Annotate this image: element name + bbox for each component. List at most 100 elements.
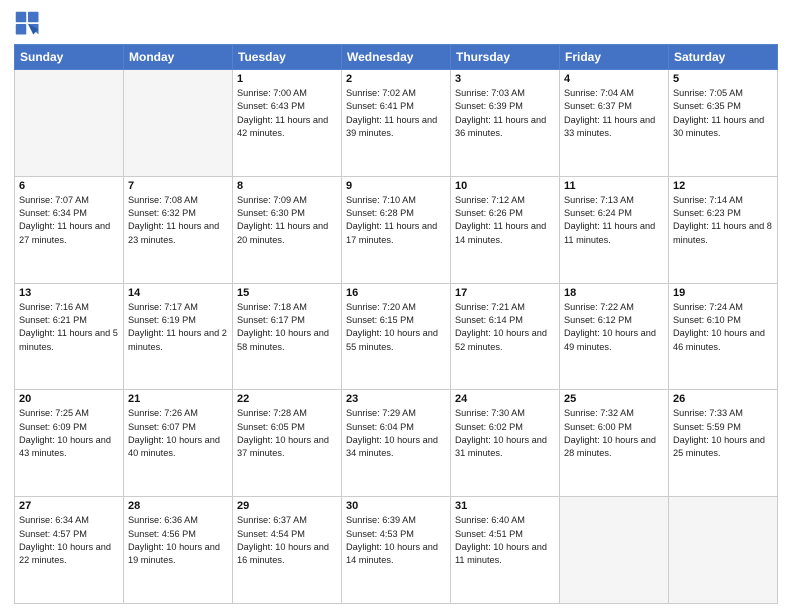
day-info: Sunrise: 6:40 AM Sunset: 4:51 PM Dayligh… xyxy=(455,514,555,567)
calendar-cell: 26 Sunrise: 7:33 AM Sunset: 5:59 PM Dayli… xyxy=(669,390,778,497)
calendar-cell: 24 Sunrise: 7:30 AM Sunset: 6:02 PM Dayli… xyxy=(451,390,560,497)
day-number: 10 xyxy=(455,180,555,192)
day-info: Sunrise: 7:12 AM Sunset: 6:26 PM Dayligh… xyxy=(455,194,555,247)
weekday-header-monday: Monday xyxy=(124,45,233,70)
day-info: Sunrise: 6:39 AM Sunset: 4:53 PM Dayligh… xyxy=(346,514,446,567)
day-info: Sunrise: 7:17 AM Sunset: 6:19 PM Dayligh… xyxy=(128,301,228,354)
day-number: 28 xyxy=(128,500,228,512)
day-number: 9 xyxy=(346,180,446,192)
page: SundayMondayTuesdayWednesdayThursdayFrid… xyxy=(0,0,792,612)
day-number: 21 xyxy=(128,393,228,405)
day-number: 1 xyxy=(237,73,337,85)
day-number: 26 xyxy=(673,393,773,405)
day-number: 23 xyxy=(346,393,446,405)
weekday-header-row: SundayMondayTuesdayWednesdayThursdayFrid… xyxy=(15,45,778,70)
calendar-cell: 21 Sunrise: 7:26 AM Sunset: 6:07 PM Dayli… xyxy=(124,390,233,497)
day-info: Sunrise: 7:25 AM Sunset: 6:09 PM Dayligh… xyxy=(19,407,119,460)
weekday-header-friday: Friday xyxy=(560,45,669,70)
weekday-header-thursday: Thursday xyxy=(451,45,560,70)
day-number: 30 xyxy=(346,500,446,512)
calendar-cell: 2 Sunrise: 7:02 AM Sunset: 6:41 PM Daylig… xyxy=(342,70,451,177)
day-number: 24 xyxy=(455,393,555,405)
calendar-cell: 29Sunrise: 6:37 AM Sunset: 4:54 PM Dayli… xyxy=(233,497,342,604)
calendar-cell: 12 Sunrise: 7:14 AM Sunset: 6:23 PM Dayli… xyxy=(669,176,778,283)
day-info: Sunrise: 7:21 AM Sunset: 6:14 PM Dayligh… xyxy=(455,301,555,354)
day-info: Sunrise: 7:04 AM Sunset: 6:37 PM Dayligh… xyxy=(564,87,664,140)
day-number: 5 xyxy=(673,73,773,85)
calendar-cell: 17 Sunrise: 7:21 AM Sunset: 6:14 PM Dayli… xyxy=(451,283,560,390)
day-info: Sunrise: 7:26 AM Sunset: 6:07 PM Dayligh… xyxy=(128,407,228,460)
day-number: 31 xyxy=(455,500,555,512)
calendar-cell: 10 Sunrise: 7:12 AM Sunset: 6:26 PM Dayli… xyxy=(451,176,560,283)
day-number: 14 xyxy=(128,287,228,299)
day-number: 18 xyxy=(564,287,664,299)
day-info: Sunrise: 7:32 AM Sunset: 6:00 PM Dayligh… xyxy=(564,407,664,460)
calendar-cell: 8 Sunrise: 7:09 AM Sunset: 6:30 PM Daylig… xyxy=(233,176,342,283)
day-number: 16 xyxy=(346,287,446,299)
day-info: Sunrise: 7:29 AM Sunset: 6:04 PM Dayligh… xyxy=(346,407,446,460)
day-info: Sunrise: 7:14 AM Sunset: 6:23 PM Dayligh… xyxy=(673,194,773,247)
calendar-cell: 27 Sunrise: 6:34 AM Sunset: 4:57 PM Dayli… xyxy=(15,497,124,604)
calendar-cell: 23 Sunrise: 7:29 AM Sunset: 6:04 PM Dayli… xyxy=(342,390,451,497)
day-number: 3 xyxy=(455,73,555,85)
day-info: Sunrise: 7:00 AM Sunset: 6:43 PM Dayligh… xyxy=(237,87,337,140)
day-number: 25 xyxy=(564,393,664,405)
day-info: Sunrise: 7:28 AM Sunset: 6:05 PM Dayligh… xyxy=(237,407,337,460)
day-info: Sunrise: 7:18 AM Sunset: 6:17 PM Dayligh… xyxy=(237,301,337,354)
day-number: 8 xyxy=(237,180,337,192)
calendar-week-2: 6 Sunrise: 7:07 AM Sunset: 6:34 PM Daylig… xyxy=(15,176,778,283)
day-info: Sunrise: 7:24 AM Sunset: 6:10 PM Dayligh… xyxy=(673,301,773,354)
calendar-cell: 11Sunrise: 7:13 AM Sunset: 6:24 PM Dayli… xyxy=(560,176,669,283)
calendar-cell: 20 Sunrise: 7:25 AM Sunset: 6:09 PM Dayli… xyxy=(15,390,124,497)
day-number: 17 xyxy=(455,287,555,299)
calendar-cell: 25 Sunrise: 7:32 AM Sunset: 6:00 PM Dayli… xyxy=(560,390,669,497)
day-number: 12 xyxy=(673,180,773,192)
day-info: Sunrise: 7:07 AM Sunset: 6:34 PM Dayligh… xyxy=(19,194,119,247)
day-info: Sunrise: 7:09 AM Sunset: 6:30 PM Dayligh… xyxy=(237,194,337,247)
day-info: Sunrise: 7:13 AM Sunset: 6:24 PM Dayligh… xyxy=(564,194,664,247)
day-info: Sunrise: 7:05 AM Sunset: 6:35 PM Dayligh… xyxy=(673,87,773,140)
day-info: Sunrise: 6:34 AM Sunset: 4:57 PM Dayligh… xyxy=(19,514,119,567)
calendar-cell: 28 Sunrise: 6:36 AM Sunset: 4:56 PM Dayli… xyxy=(124,497,233,604)
day-number: 6 xyxy=(19,180,119,192)
calendar-cell: 16 Sunrise: 7:20 AM Sunset: 6:15 PM Dayli… xyxy=(342,283,451,390)
calendar-cell xyxy=(124,70,233,177)
day-number: 4 xyxy=(564,73,664,85)
calendar-cell xyxy=(560,497,669,604)
calendar-week-4: 20 Sunrise: 7:25 AM Sunset: 6:09 PM Dayli… xyxy=(15,390,778,497)
day-number: 20 xyxy=(19,393,119,405)
weekday-header-saturday: Saturday xyxy=(669,45,778,70)
day-number: 29 xyxy=(237,500,337,512)
day-info: Sunrise: 7:08 AM Sunset: 6:32 PM Dayligh… xyxy=(128,194,228,247)
calendar-cell: 3Sunrise: 7:03 AM Sunset: 6:39 PM Daylig… xyxy=(451,70,560,177)
header xyxy=(14,10,778,38)
calendar-cell xyxy=(669,497,778,604)
day-info: Sunrise: 7:20 AM Sunset: 6:15 PM Dayligh… xyxy=(346,301,446,354)
calendar-cell: 13Sunrise: 7:16 AM Sunset: 6:21 PM Dayli… xyxy=(15,283,124,390)
day-info: Sunrise: 7:30 AM Sunset: 6:02 PM Dayligh… xyxy=(455,407,555,460)
calendar-cell: 22 Sunrise: 7:28 AM Sunset: 6:05 PM Dayli… xyxy=(233,390,342,497)
calendar-cell: 9 Sunrise: 7:10 AM Sunset: 6:28 PM Daylig… xyxy=(342,176,451,283)
calendar-cell: 4 Sunrise: 7:04 AM Sunset: 6:37 PM Daylig… xyxy=(560,70,669,177)
logo-icon xyxy=(14,10,42,38)
calendar-table: SundayMondayTuesdayWednesdayThursdayFrid… xyxy=(14,44,778,604)
calendar-cell: 7 Sunrise: 7:08 AM Sunset: 6:32 PM Daylig… xyxy=(124,176,233,283)
calendar-cell: 6 Sunrise: 7:07 AM Sunset: 6:34 PM Daylig… xyxy=(15,176,124,283)
weekday-header-tuesday: Tuesday xyxy=(233,45,342,70)
calendar-cell: 14 Sunrise: 7:17 AM Sunset: 6:19 PM Dayli… xyxy=(124,283,233,390)
day-number: 7 xyxy=(128,180,228,192)
calendar-week-3: 13Sunrise: 7:16 AM Sunset: 6:21 PM Dayli… xyxy=(15,283,778,390)
day-info: Sunrise: 7:16 AM Sunset: 6:21 PM Dayligh… xyxy=(19,301,119,354)
calendar-week-5: 27 Sunrise: 6:34 AM Sunset: 4:57 PM Dayli… xyxy=(15,497,778,604)
day-info: Sunrise: 7:22 AM Sunset: 6:12 PM Dayligh… xyxy=(564,301,664,354)
day-number: 27 xyxy=(19,500,119,512)
day-info: Sunrise: 6:36 AM Sunset: 4:56 PM Dayligh… xyxy=(128,514,228,567)
day-info: Sunrise: 7:02 AM Sunset: 6:41 PM Dayligh… xyxy=(346,87,446,140)
day-number: 2 xyxy=(346,73,446,85)
day-info: Sunrise: 7:33 AM Sunset: 5:59 PM Dayligh… xyxy=(673,407,773,460)
day-info: Sunrise: 7:10 AM Sunset: 6:28 PM Dayligh… xyxy=(346,194,446,247)
day-number: 15 xyxy=(237,287,337,299)
weekday-header-sunday: Sunday xyxy=(15,45,124,70)
calendar-cell: 18 Sunrise: 7:22 AM Sunset: 6:12 PM Dayli… xyxy=(560,283,669,390)
day-number: 22 xyxy=(237,393,337,405)
